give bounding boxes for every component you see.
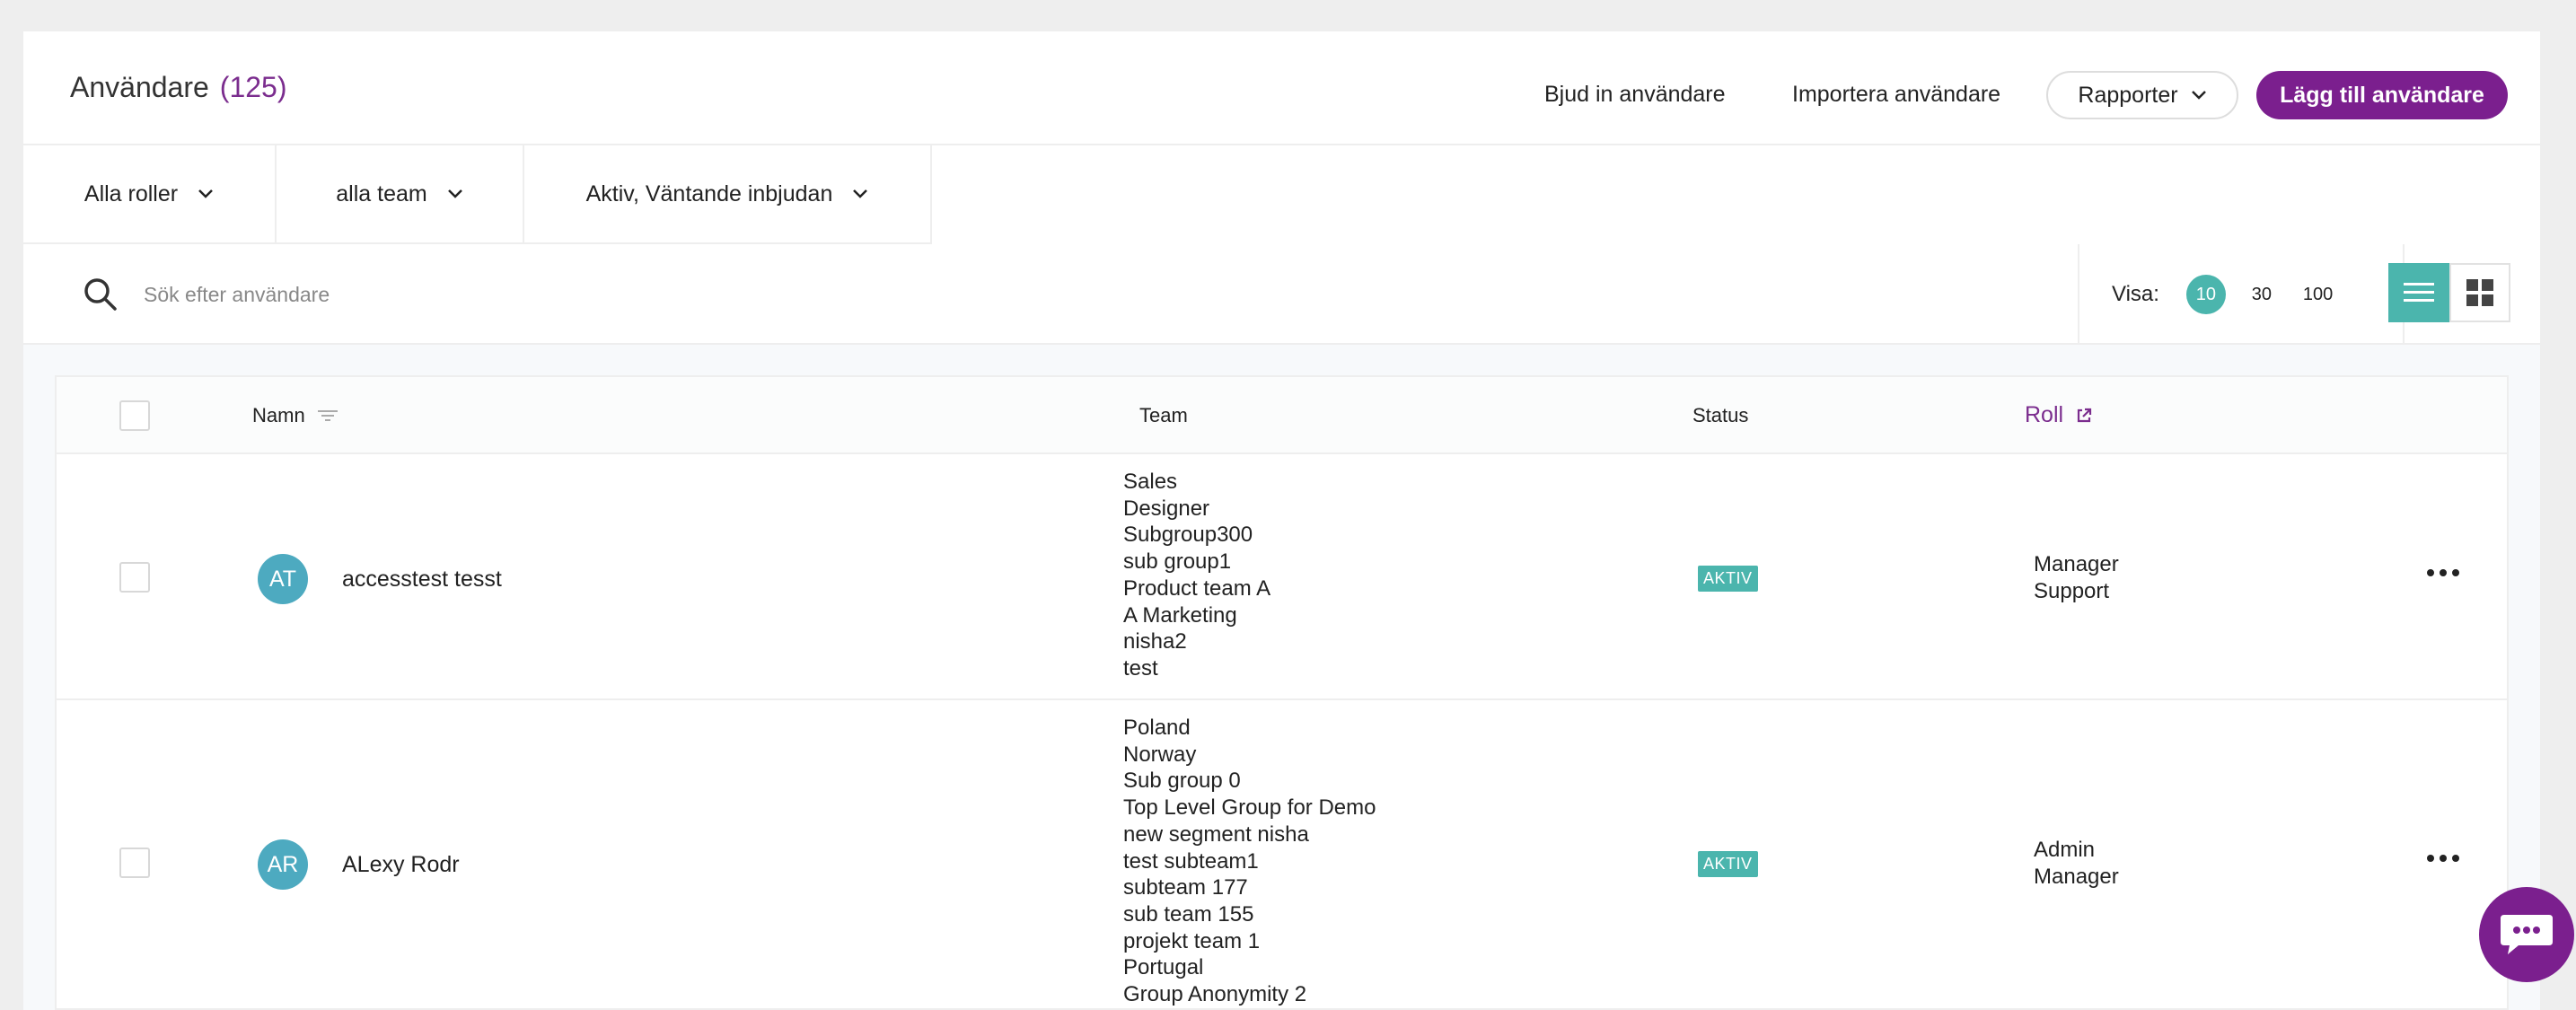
search-bar: Visa: 10 30 100	[23, 244, 2540, 345]
column-header-status: Status	[1692, 404, 1748, 427]
team-item: A Marketing	[1123, 602, 1237, 628]
team-item: projekt team 1	[1123, 928, 1261, 953]
search-input[interactable]	[144, 271, 952, 318]
chevron-down-icon	[447, 189, 462, 198]
team-item: Designer	[1123, 496, 1210, 521]
chat-icon	[2501, 915, 2553, 954]
team-header-label: Team	[1139, 404, 1188, 426]
reports-dropdown-button[interactable]: Rapporter	[2046, 71, 2238, 119]
status-filter-label: Aktiv, Väntande inbjudan	[585, 180, 833, 206]
team-list: Sales Designer Subgroup300 sub group1 Pr…	[1123, 469, 1270, 682]
column-header-team: Team	[1139, 404, 1188, 427]
table-header: Namn Team Status Roll	[57, 377, 2507, 454]
status-filter-dropdown[interactable]: Aktiv, Väntande inbjudan	[524, 145, 930, 242]
team-item: Poland	[1123, 716, 1191, 740]
status-badge: AKTIV	[1698, 851, 1758, 877]
page-size-100[interactable]: 100	[2298, 275, 2338, 314]
user-name[interactable]: ALexy Rodr	[342, 852, 460, 878]
name-header-label: Namn	[252, 404, 305, 426]
team-item: new segment nisha	[1123, 821, 1309, 847]
import-users-button[interactable]: Importera användare	[1792, 82, 2000, 108]
grid-view-button[interactable]	[2449, 263, 2510, 322]
invite-users-button[interactable]: Bjud in användare	[1544, 82, 1726, 108]
page-size-selector: Visa: 10 30 100	[2078, 244, 2405, 345]
page-size-30[interactable]: 30	[2242, 275, 2281, 314]
user-name[interactable]: accesstest tesst	[342, 566, 502, 593]
search-icon	[84, 278, 117, 311]
table-row[interactable]: AT accesstest tesst Sales Designer Subgr…	[57, 454, 2507, 700]
team-item: nisha2	[1123, 629, 1187, 654]
team-item: test subteam1	[1123, 848, 1259, 874]
table-row[interactable]: AR ALexy Rodr Poland Norway Sub group 0 …	[57, 700, 2507, 1010]
team-filter-dropdown[interactable]: alla team	[277, 145, 524, 242]
avatar: AT	[258, 554, 308, 604]
team-item: subteam 177	[1123, 875, 1248, 900]
user-count: (125)	[219, 71, 287, 103]
avatar: AR	[258, 839, 308, 890]
role-item: Manager	[2034, 552, 2119, 576]
select-all-checkbox[interactable]	[119, 400, 150, 431]
column-header-role[interactable]: Roll	[2025, 402, 2092, 428]
team-item: Norway	[1123, 742, 1197, 767]
external-link-icon	[2077, 408, 2092, 422]
users-panel: Användare (125) Bjud in användare Import…	[23, 31, 2540, 1010]
team-item: Sales	[1123, 470, 1178, 494]
role-filter-dropdown[interactable]: Alla roller	[23, 145, 277, 242]
team-item: Group Anonymity 2	[1123, 982, 1307, 1007]
add-user-button[interactable]: Lägg till användare	[2256, 71, 2508, 119]
chevron-down-icon	[853, 189, 868, 198]
status-header-label: Status	[1692, 404, 1749, 426]
page-header: Användare (125) Bjud in användare Import…	[23, 31, 2540, 145]
team-item: Product team A	[1123, 575, 1271, 601]
role-item: Admin	[2034, 838, 2096, 862]
role-item: Manager	[2034, 864, 2119, 889]
page-title: Användare (125)	[70, 71, 286, 104]
page-size-label: Visa:	[2112, 282, 2159, 306]
more-options-icon[interactable]	[2427, 855, 2459, 862]
row-checkbox[interactable]	[119, 562, 150, 593]
role-filter-label: Alla roller	[84, 180, 179, 206]
page-size-10[interactable]: 10	[2185, 275, 2226, 314]
list-view-button[interactable]	[2388, 263, 2449, 322]
role-item: Support	[2034, 578, 2110, 603]
more-options-icon[interactable]	[2427, 569, 2459, 576]
users-table: Namn Team Status Roll AT accesstest tess…	[55, 375, 2509, 1010]
filter-bar: Alla roller alla team Aktiv, Väntande in…	[23, 145, 932, 244]
team-item: sub team 155	[1123, 901, 1254, 927]
status-badge: AKTIV	[1698, 566, 1758, 592]
team-item: test	[1123, 655, 1158, 681]
chevron-down-icon	[2191, 91, 2206, 100]
chevron-down-icon	[198, 189, 213, 198]
column-header-name[interactable]: Namn	[252, 404, 338, 427]
page-title-text: Användare	[70, 71, 209, 103]
team-item: Portugal	[1123, 955, 1204, 980]
chat-widget-button[interactable]	[2479, 887, 2574, 982]
role-header-label: Roll	[2025, 402, 2064, 427]
team-item: Top Level Group for Demo	[1123, 795, 1376, 821]
row-checkbox[interactable]	[119, 848, 150, 878]
team-item: sub group1	[1123, 549, 1232, 575]
role-list: Manager Support	[2034, 551, 2119, 604]
reports-label: Rapporter	[2078, 82, 2178, 108]
team-filter-label: alla team	[336, 180, 427, 206]
grid-icon	[2466, 279, 2493, 306]
sort-icon	[317, 410, 338, 421]
role-list: Admin Manager	[2034, 837, 2119, 890]
team-item: Subgroup300	[1123, 523, 1253, 548]
team-list: Poland Norway Sub group 0 Top Level Grou…	[1123, 715, 1376, 1008]
list-icon	[2404, 283, 2434, 302]
view-toggle	[2388, 263, 2510, 322]
team-item: Sub group 0	[1123, 768, 1241, 794]
